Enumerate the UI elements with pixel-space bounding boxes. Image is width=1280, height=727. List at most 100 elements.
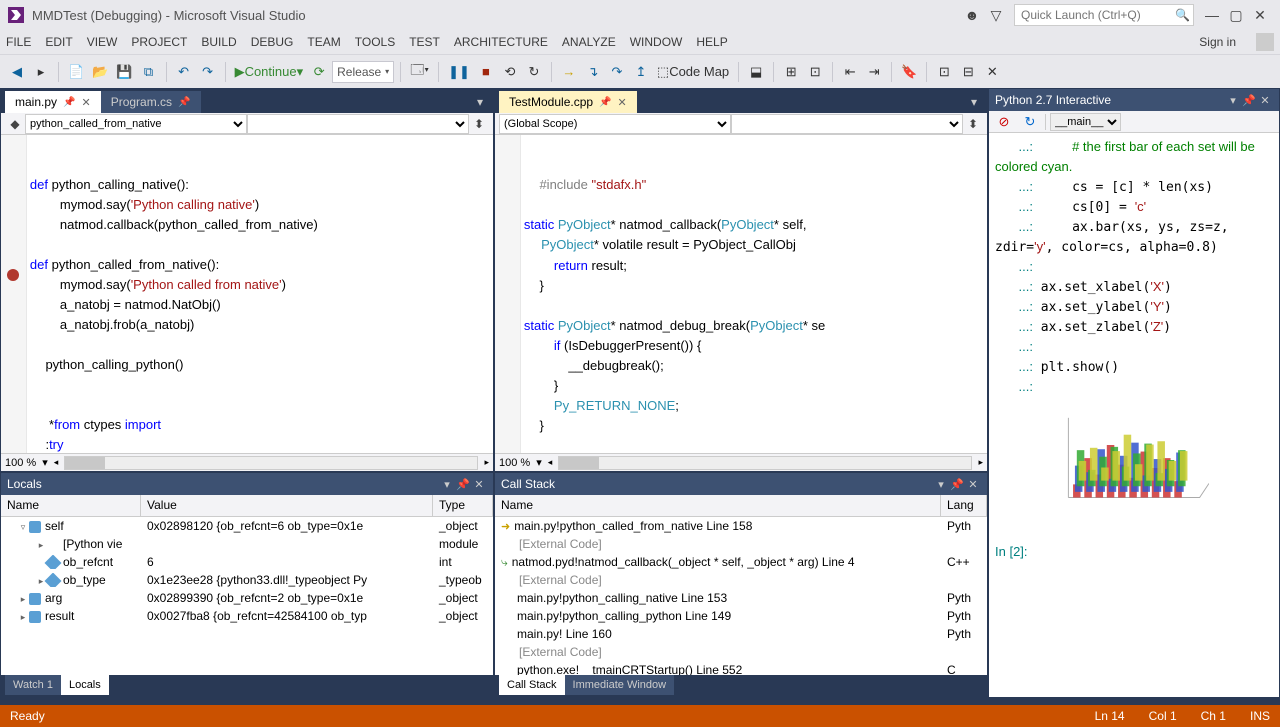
col-lang[interactable]: Lang bbox=[941, 495, 987, 516]
tb-x1[interactable]: ⬓ bbox=[745, 61, 767, 83]
zoom-level[interactable]: 100 % bbox=[5, 457, 36, 469]
tb-x7[interactable]: ⊟ bbox=[957, 61, 979, 83]
menu-tools[interactable]: TOOLS bbox=[355, 35, 395, 49]
save-all-button[interactable]: ⧉ bbox=[138, 61, 160, 83]
codemap-button[interactable]: ⬚ Code Map bbox=[654, 61, 732, 83]
menu-file[interactable]: FILE bbox=[6, 35, 31, 49]
stack-row[interactable]: main.py!python_calling_native Line 153Py… bbox=[495, 589, 987, 607]
menu-window[interactable]: WINDOW bbox=[630, 35, 683, 49]
outdent-button[interactable]: ⇤ bbox=[839, 61, 861, 83]
dropdown-icon[interactable]: ▾ bbox=[1225, 94, 1241, 107]
close-icon[interactable]: ✕ bbox=[965, 478, 981, 491]
menu-help[interactable]: HELP bbox=[696, 35, 727, 49]
menu-analyze[interactable]: ANALYZE bbox=[562, 35, 616, 49]
col-type[interactable]: Type bbox=[433, 495, 493, 516]
pin-icon[interactable]: 📌 bbox=[455, 478, 471, 491]
locals-row[interactable]: ▸[Python vie module bbox=[1, 535, 493, 553]
stack-row[interactable]: main.py!python_calling_python Line 149Py… bbox=[495, 607, 987, 625]
h-scrollbar[interactable] bbox=[64, 456, 478, 470]
h-scrollbar[interactable] bbox=[558, 456, 972, 470]
bookmark-button[interactable]: 🔖 bbox=[898, 61, 920, 83]
close-button[interactable]: ✕ bbox=[1248, 3, 1272, 27]
split-icon[interactable]: ⬍ bbox=[469, 117, 489, 131]
repl-refresh-button[interactable]: ↻ bbox=[1019, 111, 1041, 133]
feedback-icon[interactable]: ☻ bbox=[960, 3, 984, 27]
redo-button[interactable]: ↷ bbox=[197, 61, 219, 83]
nav-fwd-button[interactable]: ▸ bbox=[30, 61, 52, 83]
scope-dropdown[interactable] bbox=[247, 114, 469, 134]
col-name[interactable]: Name bbox=[495, 495, 941, 516]
tb-x8[interactable]: ✕ bbox=[981, 61, 1003, 83]
locals-row[interactable]: ▸arg 0x02899390 {ob_refcnt=2 ob_type=0x1… bbox=[1, 589, 493, 607]
pin-icon[interactable]: 📌 bbox=[1241, 94, 1257, 107]
save-button[interactable]: 💾 bbox=[113, 61, 135, 83]
next-stmt-button[interactable]: ↻ bbox=[523, 61, 545, 83]
show-next-button[interactable]: → bbox=[558, 61, 580, 83]
scope-dropdown[interactable]: (Global Scope) bbox=[499, 114, 731, 134]
minimize-button[interactable]: — bbox=[1200, 3, 1224, 27]
member-dropdown[interactable]: python_called_from_native bbox=[25, 114, 247, 134]
repl-scope-dropdown[interactable]: __main__ bbox=[1050, 113, 1121, 131]
tb-x6[interactable]: ⊡ bbox=[933, 61, 955, 83]
nav-back-button[interactable]: ◀ bbox=[6, 61, 28, 83]
step-into-button[interactable]: ↴ bbox=[582, 61, 604, 83]
tab-callstack[interactable]: Call Stack bbox=[499, 675, 565, 695]
open-button[interactable]: 📂 bbox=[89, 61, 111, 83]
stack-row[interactable]: python.exe!__tmainCRTStartup() Line 552C bbox=[495, 661, 987, 675]
menu-build[interactable]: BUILD bbox=[201, 35, 236, 49]
new-button[interactable]: 📄 bbox=[65, 61, 87, 83]
pin-icon[interactable]: 📌 bbox=[949, 478, 965, 491]
stack-row[interactable]: main.py! Line 160Pyth bbox=[495, 625, 987, 643]
menu-edit[interactable]: EDIT bbox=[45, 35, 72, 49]
locals-row[interactable]: ▸ob_type 0x1e23ee28 {python33.dll!_typeo… bbox=[1, 571, 493, 589]
step-over-button[interactable]: ↷ bbox=[606, 61, 628, 83]
tab-immediate[interactable]: Immediate Window bbox=[565, 675, 675, 695]
repl-reset-button[interactable]: ⊘ bbox=[993, 111, 1015, 133]
undo-button[interactable]: ↶ bbox=[173, 61, 195, 83]
menu-project[interactable]: PROJECT bbox=[131, 35, 187, 49]
split-icon[interactable]: ⬍ bbox=[963, 117, 983, 131]
close-icon[interactable]: ✕ bbox=[471, 478, 487, 491]
tab-locals[interactable]: Locals bbox=[61, 675, 109, 695]
stack-row[interactable]: ⤷natmod.pyd!natmod_callback(_object * se… bbox=[495, 553, 987, 571]
tab-main-py[interactable]: main.py📌✕ bbox=[5, 91, 101, 113]
pause-button[interactable]: ❚❚ bbox=[445, 61, 473, 83]
stack-row[interactable]: ➜main.py!python_called_from_native Line … bbox=[495, 517, 987, 535]
close-icon[interactable]: ✕ bbox=[1257, 94, 1273, 107]
code-editor-left[interactable]: ⊟def python_calling_native(): mymod.say(… bbox=[1, 135, 493, 453]
continue-button[interactable]: ▶ Continue ▾ bbox=[232, 61, 307, 83]
dropdown-icon[interactable]: ▾ bbox=[439, 478, 455, 491]
maximize-button[interactable]: ▢ bbox=[1224, 3, 1248, 27]
locals-row[interactable]: ▿self 0x02898120 {ob_refcnt=6 ob_type=0x… bbox=[1, 517, 493, 535]
zoom-level[interactable]: 100 % bbox=[499, 457, 530, 469]
tb-x2[interactable]: ⊞ bbox=[780, 61, 802, 83]
menu-debug[interactable]: DEBUG bbox=[251, 35, 294, 49]
menu-test[interactable]: TEST bbox=[409, 35, 440, 49]
restart-button[interactable]: ⟳ bbox=[308, 61, 330, 83]
stack-row[interactable]: [External Code] bbox=[495, 571, 987, 589]
quick-launch-input[interactable] bbox=[1014, 4, 1194, 26]
dropdown-icon[interactable]: ▾ bbox=[933, 478, 949, 491]
sign-in-link[interactable]: Sign in bbox=[1199, 35, 1236, 49]
tab-testmodule-cpp[interactable]: TestModule.cpp📌✕ bbox=[499, 91, 637, 113]
locals-row[interactable]: ▸result 0x0027fba8 {ob_refcnt=42584100 o… bbox=[1, 607, 493, 625]
step-out-button[interactable]: ↥ bbox=[630, 61, 652, 83]
stack-row[interactable]: [External Code] bbox=[495, 535, 987, 553]
col-value[interactable]: Value bbox=[141, 495, 433, 516]
menu-architecture[interactable]: ARCHITECTURE bbox=[454, 35, 548, 49]
tab-watch1[interactable]: Watch 1 bbox=[5, 675, 61, 695]
user-icon[interactable] bbox=[1256, 33, 1274, 51]
col-name[interactable]: Name bbox=[1, 495, 141, 516]
tab-overflow-button[interactable]: ▾ bbox=[961, 91, 987, 113]
tab-program-cs[interactable]: Program.cs📌 bbox=[101, 91, 201, 113]
tab-overflow-button[interactable]: ▾ bbox=[467, 91, 493, 113]
tb-x3[interactable]: ⊡ bbox=[804, 61, 826, 83]
config-dropdown[interactable]: Release▾ bbox=[332, 61, 394, 83]
stack-row[interactable]: [External Code] bbox=[495, 643, 987, 661]
stop-button[interactable]: ■ bbox=[475, 61, 497, 83]
indent-button[interactable]: ⇥ bbox=[863, 61, 885, 83]
breakpoint-icon[interactable] bbox=[7, 269, 19, 281]
process-button[interactable]: 🗔▾ bbox=[407, 61, 432, 83]
refresh-button[interactable]: ⟲ bbox=[499, 61, 521, 83]
repl-output[interactable]: ...: # the first bar of each set will be… bbox=[989, 133, 1279, 697]
